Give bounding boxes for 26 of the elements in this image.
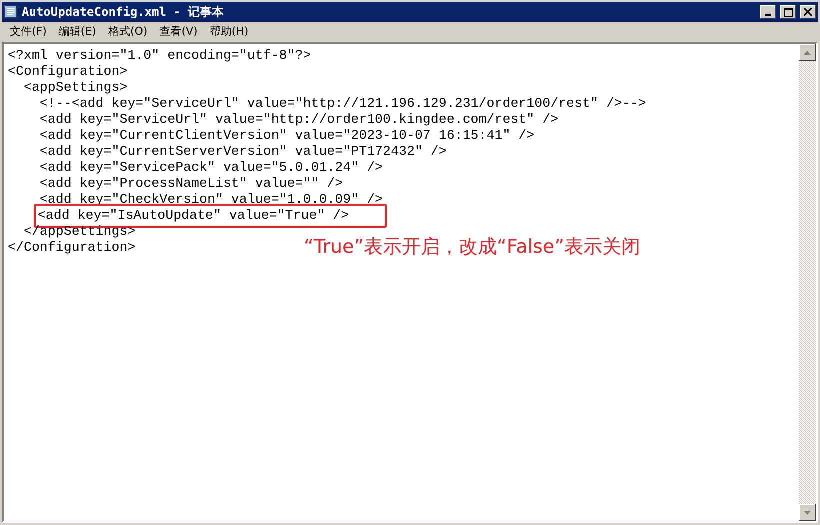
menu-item[interactable]: 编辑(E) xyxy=(52,24,102,39)
code-line: <!--<add key="ServiceUrl" value="http://121.196.129.231/order100/rest" />--> xyxy=(38,95,648,113)
code-line: <appSettings> xyxy=(22,79,129,97)
code-line: <Configuration> xyxy=(7,63,129,81)
menu-item[interactable]: 文件(F) xyxy=(4,24,53,39)
menu-item[interactable]: 格式(O) xyxy=(102,24,154,39)
notepad-icon xyxy=(4,5,18,19)
code-line: <add key="CurrentClientVersion" value="2023-10-07 16:15:41" /> xyxy=(38,127,536,145)
scroll-up-icon[interactable] xyxy=(799,44,816,61)
code-line: </Configuration> xyxy=(7,239,137,257)
maximize-button[interactable] xyxy=(780,5,796,19)
annotation-note: “True”表示开启，改成“False”表示关闭 xyxy=(304,235,640,260)
close-button[interactable] xyxy=(800,5,816,19)
window-title: AutoUpdateConfig.xml - 记事本 xyxy=(22,4,226,20)
code-line: <add key="ProcessNameList" value="" /> xyxy=(38,175,344,193)
vertical-scrollbar[interactable] xyxy=(799,44,816,521)
scroll-down-icon[interactable] xyxy=(799,504,816,521)
code-line: <?xml version="1.0" encoding="utf-8"?> xyxy=(7,47,312,65)
maximize-icon xyxy=(784,8,792,16)
close-icon xyxy=(804,8,812,16)
menu-item[interactable]: 帮助(H) xyxy=(204,24,255,39)
code-line: <add key="ServicePack" value="5.0.01.24" /> xyxy=(38,159,384,177)
menu-item[interactable]: 查看(V) xyxy=(154,24,204,39)
code-line: <add key="ServiceUrl" value="http://order100.kingdee.com/rest" /> xyxy=(38,111,560,129)
minimize-button[interactable] xyxy=(760,5,776,19)
code-line: <add key="CurrentServerVersion" value="PT172432" /> xyxy=(38,143,448,161)
